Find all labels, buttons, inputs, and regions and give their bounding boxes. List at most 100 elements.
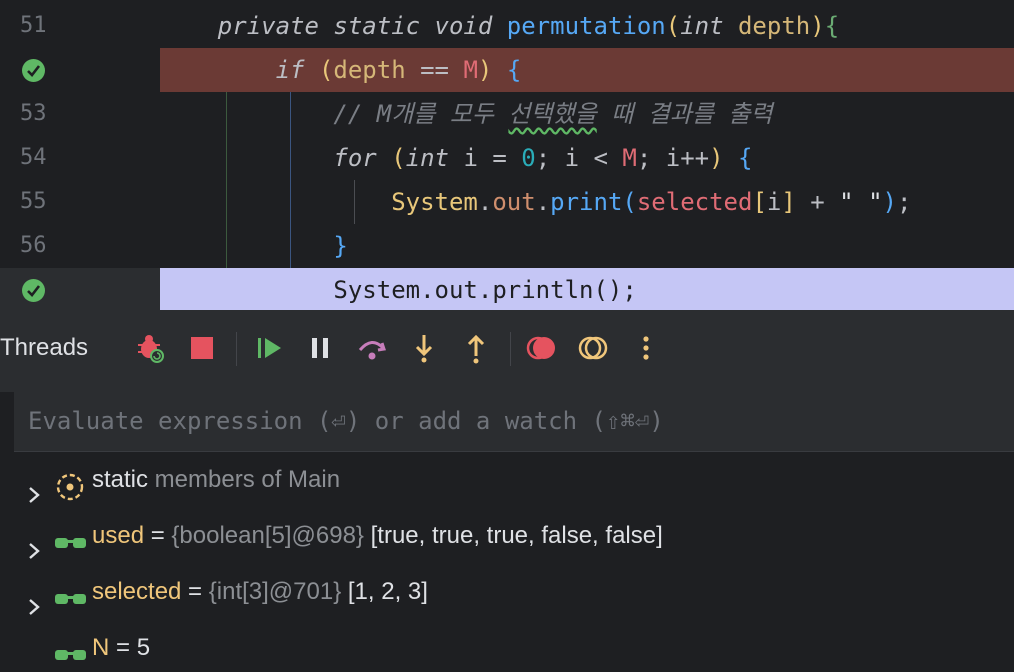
- variable-value: [1, 2, 3]: [341, 578, 428, 605]
- debug-bug-icon[interactable]: [134, 332, 166, 364]
- variable-text: used = {boolean[5]@698} [true, true, tru…: [92, 508, 663, 564]
- code-token: ; i++: [636, 144, 710, 172]
- code-line[interactable]: 53 // M개를 모두 선택했을 때 결과를 출력: [0, 92, 1014, 136]
- code-token: ; i <: [535, 144, 623, 172]
- variable-text: static members of Main: [92, 452, 340, 508]
- chevron-right-icon[interactable]: [26, 526, 42, 559]
- more-options-icon[interactable]: [630, 332, 662, 364]
- variable-text: N = 5: [92, 620, 150, 672]
- line-number: 53: [20, 101, 47, 126]
- line-gutter[interactable]: [0, 48, 160, 92]
- code-text: private static void permutation(int dept…: [160, 4, 1014, 48]
- line-number: 55: [20, 189, 47, 214]
- line-gutter[interactable]: [0, 268, 160, 310]
- code-text: // M개를 모두 선택했을 때 결과를 출력: [160, 92, 1014, 136]
- static-members-icon: [54, 466, 88, 501]
- line-number: 51: [20, 13, 47, 38]
- toolbar-separator: [236, 332, 237, 366]
- code-token: (: [665, 12, 681, 40]
- code-token: int: [680, 12, 738, 40]
- line-gutter[interactable]: 51: [0, 4, 160, 48]
- watch-glasses-icon: [54, 522, 88, 550]
- line-gutter[interactable]: 53: [0, 92, 160, 136]
- variable-eq: =: [109, 634, 137, 661]
- code-token: out: [492, 188, 536, 216]
- code-token: }: [333, 232, 348, 260]
- evaluate-expression-bar: [14, 392, 1014, 452]
- variable-name: used: [92, 522, 145, 549]
- breakpoint-check-icon[interactable]: [22, 59, 45, 82]
- line-gutter[interactable]: 54: [0, 136, 160, 180]
- watch-glasses-icon: [54, 634, 88, 662]
- variable-row[interactable]: N = 5: [14, 620, 1014, 672]
- code-token: i =: [463, 144, 522, 172]
- variable-row[interactable]: static members of Main: [14, 452, 1014, 508]
- code-token: M: [463, 56, 478, 84]
- variable-row[interactable]: used = {boolean[5]@698} [true, true, tru…: [14, 508, 1014, 564]
- code-token: for: [333, 144, 392, 172]
- code-line[interactable]: 56 }: [0, 224, 1014, 268]
- line-gutter[interactable]: 56: [0, 224, 160, 268]
- code-token: .: [477, 188, 493, 216]
- code-token: if: [275, 56, 319, 84]
- code-token: {: [738, 144, 753, 172]
- code-token: (: [318, 56, 334, 84]
- code-token: {: [824, 12, 840, 40]
- code-text: System.out.print(selected[i] + " ");: [160, 180, 1014, 224]
- code-token: {: [506, 56, 522, 84]
- code-line[interactable]: 54 for (int i = 0; i < M; i++) {: [0, 136, 1014, 180]
- variable-name: selected: [92, 578, 182, 605]
- code-line[interactable]: 55 System.out.print(selected[i] + " ");: [0, 180, 1014, 224]
- evaluate-expression-input[interactable]: [28, 392, 988, 450]
- code-line[interactable]: System.out.println();: [0, 268, 1014, 310]
- watch-glasses-icon: [54, 578, 88, 606]
- code-token: 선택했을: [508, 100, 597, 128]
- stop-icon[interactable]: [186, 332, 218, 364]
- toolbar-separator: [510, 332, 511, 366]
- code-token: ==: [405, 56, 464, 84]
- code-token: System.out.println();: [160, 276, 637, 304]
- step-over-icon[interactable]: [356, 332, 388, 364]
- code-line[interactable]: 51 private static void permutation(int d…: [0, 4, 1014, 48]
- variable-meta: members of Main: [148, 466, 341, 493]
- line-number: 54: [20, 145, 47, 170]
- code-token: (: [391, 144, 406, 172]
- debug-toolbar: Threads: [0, 310, 1014, 392]
- code-token: depth: [737, 12, 811, 40]
- code-token: (: [622, 188, 637, 216]
- code-token: ): [810, 12, 825, 40]
- pause-icon[interactable]: [304, 332, 336, 364]
- code-token: permutation: [506, 12, 666, 40]
- code-text: }: [160, 224, 1014, 268]
- variable-name: static: [92, 466, 149, 493]
- variable-meta: {boolean[5]@698}: [171, 522, 364, 549]
- step-into-icon[interactable]: [408, 332, 440, 364]
- line-gutter[interactable]: 55: [0, 180, 160, 224]
- view-breakpoints-icon[interactable]: [526, 332, 558, 364]
- step-out-icon[interactable]: [460, 332, 492, 364]
- chevron-right-icon[interactable]: [26, 470, 42, 503]
- variable-value: [true, true, true, false, false]: [363, 522, 663, 549]
- code-token: ): [709, 144, 738, 172]
- code-text: if (depth == M) {: [160, 48, 1014, 92]
- variable-row[interactable]: selected = {int[3]@701} [1, 2, 3]: [14, 564, 1014, 620]
- chevron-right-icon[interactable]: [26, 582, 42, 615]
- code-text: System.out.println();: [160, 268, 1014, 310]
- code-editor[interactable]: 51 private static void permutation(int d…: [0, 0, 1014, 310]
- code-token: ]: [781, 188, 796, 216]
- mute-breakpoints-icon[interactable]: [578, 332, 610, 364]
- code-token: .: [535, 188, 551, 216]
- tab-threads[interactable]: Threads: [0, 334, 88, 362]
- code-token: ;: [896, 188, 912, 216]
- code-token: ): [477, 56, 507, 84]
- code-token: [: [752, 188, 767, 216]
- code-line[interactable]: if (depth == M) {: [0, 48, 1014, 92]
- code-token: ): [882, 188, 897, 216]
- code-token: i: [766, 188, 782, 216]
- resume-icon[interactable]: [254, 332, 286, 364]
- breakpoint-check-icon[interactable]: [22, 279, 45, 302]
